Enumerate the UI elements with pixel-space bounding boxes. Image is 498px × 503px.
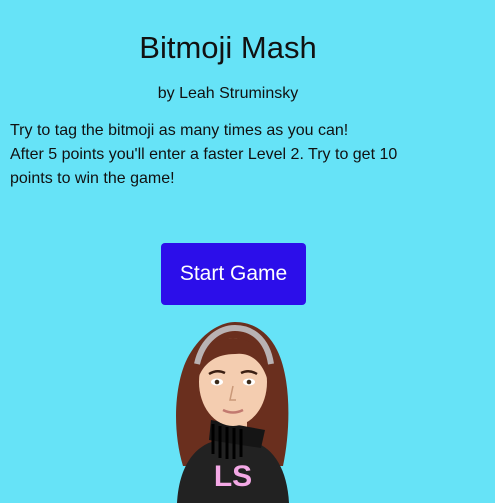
- instructions-text: Try to tag the bitmoji as many times as …: [10, 119, 480, 191]
- instructions-line: After 5 points you'll enter a faster Lev…: [10, 146, 398, 163]
- bitmoji-avatar[interactable]: LS: [165, 316, 300, 503]
- game-screen: Bitmoji Mash by Leah Struminsky Try to t…: [0, 0, 495, 503]
- author-byline: by Leah Struminsky: [157, 85, 299, 102]
- start-game-button[interactable]: Start Game: [161, 243, 306, 305]
- instructions-line: points to win the game!: [10, 170, 175, 187]
- instructions-line: Try to tag the bitmoji as many times as …: [10, 122, 349, 139]
- page-title: Bitmoji Mash: [139, 30, 317, 65]
- avatar-shirt-letters: LS: [214, 460, 252, 493]
- avatar-pupil: [214, 379, 220, 385]
- avatar-pupil: [246, 379, 252, 385]
